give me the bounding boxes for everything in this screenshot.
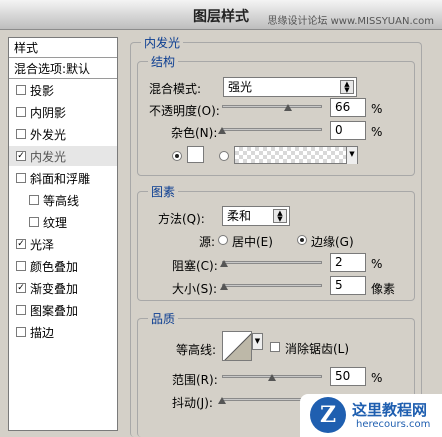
style-item-label: 渐变叠加 — [30, 281, 79, 296]
structure-title: 结构 — [148, 53, 179, 70]
style-item-checkbox[interactable] — [16, 107, 26, 117]
elements-title: 图素 — [148, 183, 179, 200]
logo-sub-text: herecours.com — [356, 419, 431, 430]
style-item-checkbox[interactable]: ✓ — [16, 239, 26, 249]
style-item-checkbox[interactable] — [16, 305, 26, 315]
gradient-picker[interactable]: ▼ — [234, 146, 358, 164]
style-item-label: 图案叠加 — [30, 303, 79, 318]
style-item-checkbox[interactable] — [16, 173, 26, 183]
style-item-checkbox[interactable] — [29, 195, 39, 205]
site-logo: Z 这里教程网 herecours.com — [300, 394, 442, 437]
method-select[interactable]: 柔和 ▲ ▼ — [222, 206, 290, 226]
style-item[interactable]: ✓ 渐变叠加 — [9, 278, 117, 298]
style-item-label: 颜色叠加 — [30, 259, 79, 274]
contour-label: 等高线: — [176, 343, 217, 357]
quality-title: 品质 — [148, 310, 179, 327]
noise-label: 杂色(N): — [171, 126, 218, 140]
opacity-unit: % — [371, 102, 383, 116]
style-item[interactable]: 描边 — [9, 322, 117, 342]
style-item-checkbox[interactable]: ✓ — [16, 151, 26, 161]
size-slider-track[interactable] — [222, 284, 322, 287]
noise-slider-track[interactable] — [222, 128, 322, 131]
style-item[interactable]: ✓ 光泽 — [9, 234, 117, 254]
inner-glow-title: 内发光 — [141, 34, 184, 51]
style-item-checkbox[interactable] — [16, 85, 26, 95]
style-item-label: 投影 — [30, 83, 55, 98]
gradient-radio[interactable] — [219, 151, 229, 161]
style-item-checkbox[interactable]: ✓ — [16, 283, 26, 293]
blend-mode-select[interactable]: 强光 ▲ ▼ — [223, 77, 357, 97]
style-item-label: 内发光 — [30, 149, 67, 164]
style-item[interactable]: 外发光 — [9, 124, 117, 144]
choke-input[interactable]: 2 — [330, 253, 366, 272]
range-slider-thumb[interactable] — [268, 374, 276, 381]
source-center-radio[interactable] — [218, 235, 228, 245]
contour-picker[interactable] — [222, 331, 252, 361]
style-list-header[interactable]: 样式 — [9, 38, 117, 58]
style-item-label: 外发光 — [30, 127, 67, 142]
style-item-label: 描边 — [30, 325, 55, 340]
size-unit: 像素 — [371, 282, 396, 296]
style-item[interactable]: 斜面和浮雕 — [9, 168, 117, 188]
solid-color-radio[interactable] — [172, 151, 182, 161]
size-input[interactable]: 5 — [330, 276, 366, 295]
choke-slider-track[interactable] — [222, 261, 322, 264]
range-input[interactable]: 50 — [330, 367, 366, 386]
spinner-updown-icon: ▲ ▼ — [340, 80, 354, 94]
style-list-panel: 样式 混合选项:默认 投影内阴影外发光 ✓ 内发光斜面和浮雕等高线纹理 ✓ 光泽颜色叠加… — [8, 37, 118, 431]
style-item-checkbox[interactable] — [16, 261, 26, 271]
style-item-checkbox[interactable] — [16, 129, 26, 139]
spinner-updown-icon: ▲ ▼ — [273, 209, 287, 223]
style-item-label: 光泽 — [30, 237, 55, 252]
dropdown-arrow-icon: ▼ — [346, 147, 357, 164]
antialias-checkbox[interactable] — [270, 342, 280, 352]
contour-dropdown-arrow-icon[interactable]: ▼ — [252, 333, 263, 350]
watermark-text: 思缘设计论坛 www.MISSYUAN.com — [267, 16, 434, 27]
style-item[interactable]: 等高线 — [9, 190, 117, 210]
method-label: 方法(Q): — [158, 212, 205, 226]
contour-curve-icon — [224, 333, 251, 360]
style-item[interactable]: 投影 — [9, 80, 117, 100]
style-item-label: 内阴影 — [30, 105, 67, 120]
style-item-label: 斜面和浮雕 — [30, 171, 91, 186]
style-item[interactable]: 内阴影 — [9, 102, 117, 122]
choke-label: 阻塞(C): — [172, 259, 218, 273]
range-label: 范围(R): — [172, 373, 218, 387]
style-item-checkbox[interactable] — [16, 327, 26, 337]
source-edge-radio[interactable] — [297, 235, 307, 245]
opacity-input[interactable]: 66 — [330, 98, 366, 117]
noise-slider-thumb[interactable] — [218, 127, 226, 134]
jitter-label: 抖动(J): — [172, 396, 213, 410]
style-item[interactable]: ✓ 内发光 — [9, 146, 117, 166]
opacity-slider-thumb[interactable] — [284, 104, 292, 111]
logo-main-text: 这里教程网 — [352, 401, 428, 419]
logo-mark: Z — [310, 397, 346, 433]
style-item[interactable]: 纹理 — [9, 212, 117, 232]
glow-color-swatch[interactable] — [187, 146, 204, 163]
style-item[interactable]: 图案叠加 — [9, 300, 117, 320]
style-item-checkbox[interactable] — [29, 217, 39, 227]
noise-input[interactable]: 0 — [330, 121, 366, 140]
size-slider-thumb[interactable] — [220, 283, 228, 290]
opacity-label: 不透明度(O): — [149, 104, 220, 118]
method-value: 柔和 — [227, 209, 252, 223]
style-item-label: 纹理 — [43, 215, 68, 230]
source-label: 源: — [199, 235, 216, 249]
style-item[interactable]: 颜色叠加 — [9, 256, 117, 276]
choke-unit: % — [371, 257, 383, 271]
noise-unit: % — [371, 125, 383, 139]
jitter-slider-thumb[interactable] — [218, 397, 226, 404]
window-titlebar: 图层样式 思缘设计论坛 www.MISSYUAN.com — [0, 0, 442, 30]
blend-mode-value: 强光 — [228, 80, 253, 94]
size-label: 大小(S): — [172, 282, 218, 296]
source-edge-label[interactable]: 边缘(G) — [311, 233, 354, 250]
range-unit: % — [371, 371, 383, 385]
style-item-label: 等高线 — [43, 193, 80, 208]
blend-mode-label: 混合模式: — [149, 82, 202, 96]
blend-options-item[interactable]: 混合选项:默认 — [9, 59, 117, 79]
source-center-label[interactable]: 居中(E) — [232, 233, 273, 250]
opacity-slider-track[interactable] — [222, 105, 322, 108]
choke-slider-thumb[interactable] — [220, 260, 228, 267]
antialias-label[interactable]: 消除锯齿(L) — [285, 340, 349, 357]
